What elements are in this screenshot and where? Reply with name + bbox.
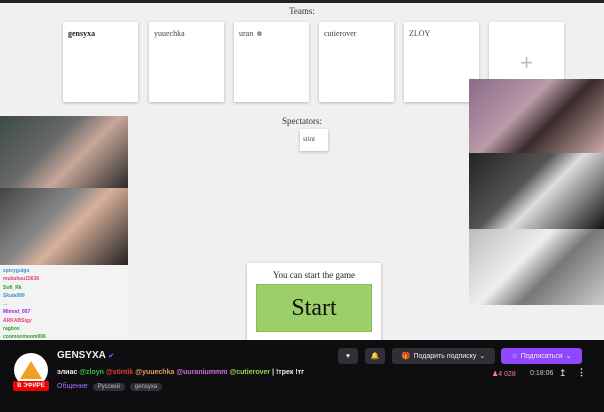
- team-card[interactable]: cutierover: [319, 22, 394, 102]
- user-icon: ☻: [255, 29, 264, 38]
- chat-username: ragbox: [3, 326, 20, 333]
- live-badge: В ЭФИРЕ: [13, 381, 49, 391]
- chevron-down-icon: ⌄: [565, 353, 572, 360]
- title-part: @yuuechka: [135, 369, 177, 376]
- title-part: | !трек !тг: [272, 369, 305, 376]
- chat-message: Sofi_Rk: [3, 284, 125, 292]
- star-icon: ☆: [511, 353, 518, 360]
- team-card[interactable]: ZLOY: [404, 22, 479, 102]
- chat-overlay: spicyguigo mukukuu15636 Sofi_Rk Skula999...…: [0, 265, 128, 349]
- team-card[interactable]: uran ☻: [234, 22, 309, 102]
- chevron-down-icon: ⌄: [479, 353, 486, 360]
- verified-icon: ✔: [108, 353, 115, 360]
- category-link[interactable]: Общение: [57, 383, 88, 390]
- uptime: 0:18:06: [530, 370, 554, 377]
- team-name: cutierover: [324, 29, 357, 38]
- tag[interactable]: Русский: [92, 383, 125, 391]
- webcam-feed: [0, 188, 128, 265]
- notifications-button[interactable]: 🔔: [365, 348, 385, 364]
- title-part: элиас: [57, 369, 80, 376]
- chat-message: ...: [3, 300, 125, 308]
- spectator-name: stint: [303, 135, 316, 143]
- team-name: yuuechka: [154, 29, 185, 38]
- chat-username: Mlmod_007: [3, 309, 31, 316]
- stream-video[interactable]: Teams: gensyxa yuuechka uran ☻ cutierove…: [0, 0, 604, 349]
- start-panel: You can start the game Start: [247, 263, 381, 340]
- chat-message: ARKABSigy: [3, 317, 125, 325]
- chat-username: spicyguigo: [3, 268, 30, 274]
- chat-message: spicyguigo: [3, 267, 125, 275]
- title-part: @uuraniummm: [176, 369, 230, 376]
- webcam-feed: [469, 229, 604, 305]
- start-prompt: You can start the game: [272, 270, 356, 280]
- title-part: @stintik: [105, 369, 136, 376]
- webcam-feed: [469, 79, 604, 153]
- gift-icon: 🎁: [401, 353, 411, 360]
- title-part: @zloyn: [79, 369, 106, 376]
- channel-name[interactable]: GENSYXA ✔: [57, 350, 114, 361]
- channel-info-bar: В ЭФИРЕ GENSYXA ✔ элиас @zloyn @stintik …: [0, 340, 604, 412]
- team-card[interactable]: gensyxa: [63, 22, 138, 102]
- tag[interactable]: gensyxa: [129, 383, 163, 391]
- share-icon[interactable]: ↥: [559, 368, 567, 379]
- stream-meta: Общение Русский gensyxa: [57, 383, 163, 391]
- subscribe-button[interactable]: ☆ Подписаться ⌄: [501, 348, 582, 364]
- team-card[interactable]: yuuechka: [149, 22, 224, 102]
- chat-message: Skula999: [3, 292, 125, 300]
- chat-message: Mlmod_007: [3, 308, 125, 316]
- stream-title: элиас @zloyn @stintik @yuuechka @uuraniu…: [57, 369, 304, 376]
- follow-button[interactable]: ♥: [338, 348, 358, 364]
- team-name: uran: [239, 29, 254, 38]
- bell-icon: 🔔: [370, 353, 380, 360]
- chat-message: mukukuu15636: [3, 275, 125, 283]
- chat-username: Skula999: [3, 292, 25, 299]
- webcam-feed: [0, 116, 128, 188]
- webcam-feed: [469, 153, 604, 229]
- viewer-count: ♟4 028: [492, 371, 516, 378]
- start-button[interactable]: Start: [256, 284, 372, 332]
- gift-sub-button[interactable]: 🎁 Подарить подписку ⌄: [392, 348, 495, 364]
- team-name: gensyxa: [68, 29, 96, 38]
- spectator-card[interactable]: stint: [300, 129, 328, 151]
- chat-username: ARKABSigy: [3, 317, 32, 324]
- more-options-icon[interactable]: ⋮: [577, 367, 586, 378]
- chat-username: mukukuu15636: [3, 276, 40, 283]
- chat-username: ...: [3, 301, 8, 308]
- plus-icon: +: [520, 50, 533, 75]
- team-name: ZLOY: [409, 29, 431, 38]
- chat-username: Sofi_Rk: [3, 284, 22, 291]
- teams-label: Teams:: [289, 6, 315, 16]
- chat-message: ragbox: [3, 325, 125, 333]
- warning-logo-icon: [20, 361, 42, 379]
- heart-icon: ♥: [345, 352, 351, 360]
- title-part: @cutierover: [229, 369, 273, 376]
